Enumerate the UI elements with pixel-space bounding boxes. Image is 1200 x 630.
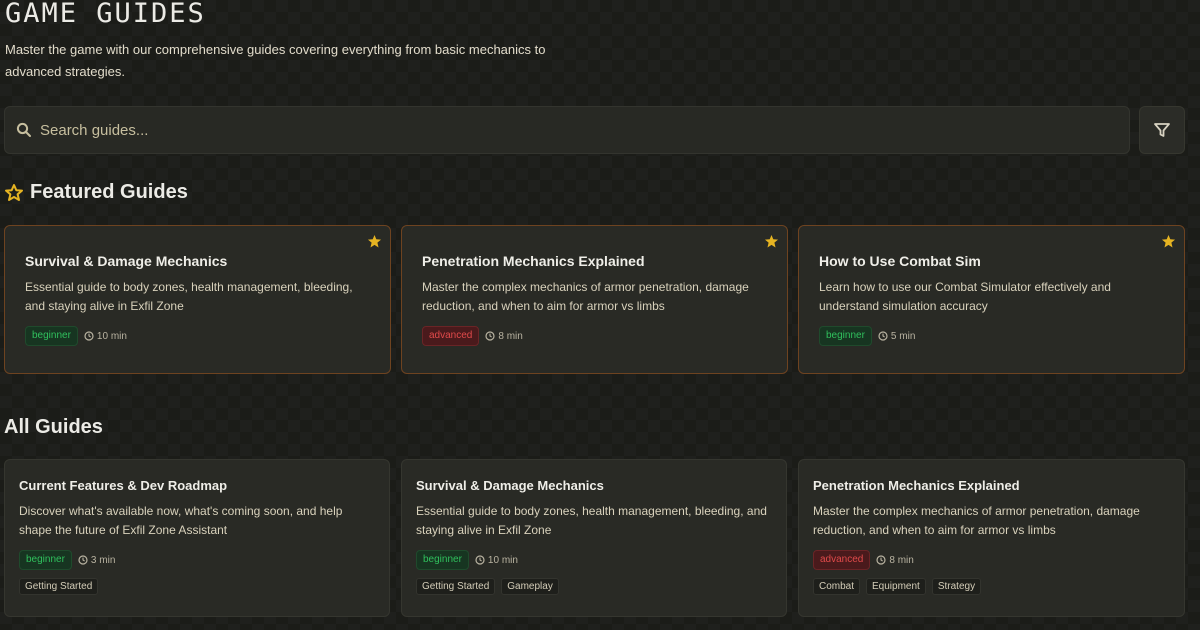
- guide-meta: advanced 8 min: [813, 550, 1170, 570]
- search-input[interactable]: [38, 120, 1129, 140]
- guide-meta: beginner 10 min: [25, 326, 370, 346]
- read-time-value: 10 min: [96, 330, 127, 342]
- guide-description: Master the complex mechanics of armor pe…: [813, 504, 1140, 537]
- read-time: 8 min: [876, 554, 914, 566]
- star-icon: [764, 234, 779, 248]
- featured-section-title: Featured Guides: [4, 181, 188, 204]
- read-time: 8 min: [485, 330, 523, 342]
- read-time-value: 5 min: [890, 330, 916, 342]
- clock-icon: [878, 331, 888, 341]
- guide-card[interactable]: Penetration Mechanics Explained Master t…: [798, 459, 1185, 617]
- tag[interactable]: Gameplay: [501, 578, 559, 595]
- star-icon: [1161, 234, 1176, 248]
- tag-list: Getting Started: [19, 578, 375, 595]
- tag-list: Combat Equipment Strategy: [813, 578, 1170, 595]
- guide-title: Current Features & Dev Roadmap: [19, 478, 228, 493]
- guide-card[interactable]: Survival & Damage Mechanics Essential gu…: [401, 459, 787, 617]
- guide-description: Master the complex mechanics of armor pe…: [422, 280, 749, 313]
- clock-icon: [485, 331, 495, 341]
- tag[interactable]: Getting Started: [416, 578, 496, 595]
- read-time: 5 min: [878, 331, 915, 342]
- read-time: 10 min: [84, 331, 127, 342]
- page-subtitle: Master the game with our comprehensive g…: [5, 42, 546, 79]
- read-time-value: 8 min: [889, 554, 914, 566]
- guide-meta: beginner 5 min: [819, 326, 1164, 346]
- guide-meta: beginner 10 min: [416, 550, 772, 570]
- filter-icon: [1154, 123, 1170, 137]
- guides-page: GAME GUIDES Master the game with our com…: [0, 0, 1200, 630]
- difficulty-badge: advanced: [813, 550, 871, 570]
- featured-section-label: Featured Guides: [30, 181, 188, 203]
- tag[interactable]: Combat: [813, 578, 861, 595]
- clock-icon: [78, 555, 88, 565]
- tag[interactable]: Getting Started: [19, 578, 99, 595]
- read-time: 3 min: [78, 555, 115, 566]
- guide-meta: advanced 8 min: [422, 326, 767, 346]
- difficulty-badge: advanced: [422, 326, 480, 346]
- guide-description: Learn how to use our Combat Simulator ef…: [819, 280, 1111, 313]
- guide-description: Essential guide to body zones, health ma…: [25, 280, 353, 313]
- difficulty-badge: beginner: [19, 550, 72, 570]
- guide-title: Penetration Mechanics Explained: [813, 478, 1020, 493]
- star-outline-icon: [5, 183, 23, 201]
- star-icon: [367, 234, 382, 248]
- read-time: 10 min: [475, 555, 518, 566]
- guide-meta: beginner 3 min: [19, 550, 375, 570]
- difficulty-badge: beginner: [819, 326, 872, 346]
- read-time-value: 3 min: [90, 554, 116, 566]
- all-guides-section-title: All Guides: [4, 416, 103, 438]
- read-time-value: 10 min: [487, 554, 518, 566]
- page-title: GAME GUIDES: [5, 0, 206, 29]
- clock-icon: [475, 555, 485, 565]
- clock-icon: [876, 555, 886, 565]
- featured-guide-card[interactable]: How to Use Combat Sim Learn how to use o…: [798, 225, 1185, 374]
- guide-card[interactable]: Current Features & Dev Roadmap Discover …: [4, 459, 390, 617]
- search-icon: [16, 122, 31, 137]
- difficulty-badge: beginner: [416, 550, 469, 570]
- tag[interactable]: Strategy: [931, 578, 982, 595]
- filter-button[interactable]: [1139, 106, 1185, 154]
- read-time-value: 8 min: [498, 330, 523, 342]
- search-bar[interactable]: [4, 106, 1130, 154]
- guide-title: Penetration Mechanics Explained: [422, 253, 645, 269]
- tag[interactable]: Equipment: [866, 578, 926, 595]
- guide-description: Discover what's available now, what's co…: [19, 504, 343, 537]
- clock-icon: [84, 331, 94, 341]
- guide-title: Survival & Damage Mechanics: [25, 253, 228, 269]
- guide-description: Essential guide to body zones, health ma…: [416, 504, 767, 537]
- featured-guide-card[interactable]: Penetration Mechanics Explained Master t…: [401, 225, 788, 374]
- featured-guide-card[interactable]: Survival & Damage Mechanics Essential gu…: [4, 225, 391, 374]
- guide-title: Survival & Damage Mechanics: [416, 478, 604, 493]
- tag-list: Getting Started Gameplay: [416, 578, 772, 595]
- difficulty-badge: beginner: [25, 326, 78, 346]
- guide-title: How to Use Combat Sim: [819, 253, 981, 269]
